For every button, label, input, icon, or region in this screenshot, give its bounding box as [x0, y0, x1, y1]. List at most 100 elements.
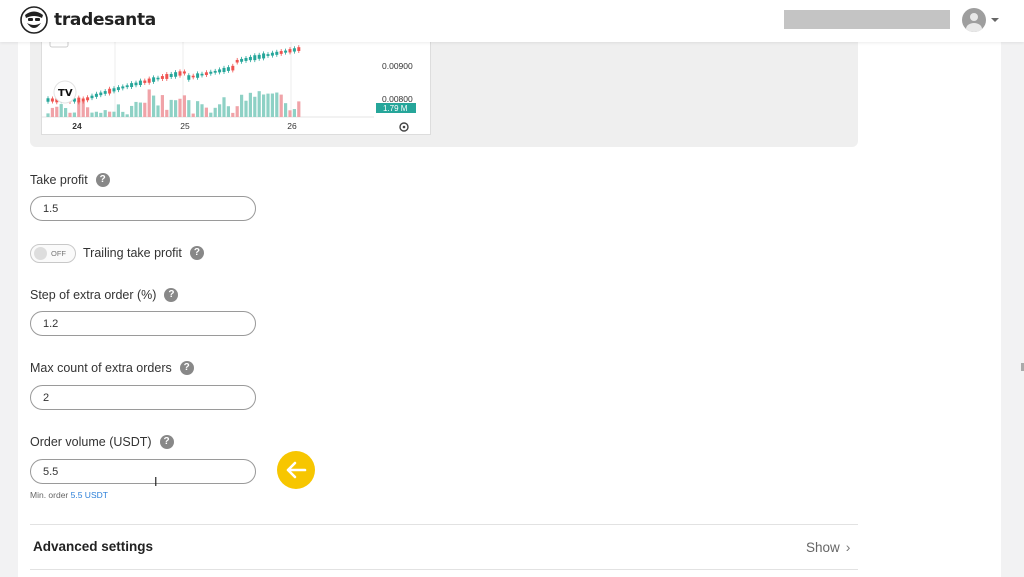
trailing-take-profit-toggle[interactable]: OFF	[30, 244, 76, 263]
x-tick-label: 26	[287, 121, 297, 131]
advanced-settings-show-button[interactable]: Show ›	[806, 539, 850, 555]
volume-bar	[275, 92, 279, 117]
order-volume-input[interactable]	[30, 459, 256, 484]
candle-body	[169, 73, 173, 77]
candle-body	[191, 75, 195, 78]
min-order-value: 5.5 USDT	[70, 490, 108, 500]
candle-body	[103, 91, 107, 94]
volume-bar	[46, 113, 50, 117]
account-menu[interactable]	[962, 8, 999, 32]
candle-body	[257, 54, 261, 59]
trailing-take-profit-label-text: Trailing take profit	[83, 246, 182, 260]
candle-body	[165, 74, 169, 79]
candle-body	[275, 51, 279, 55]
volume-bar	[178, 98, 182, 117]
redacted-search-bar[interactable]	[784, 10, 950, 29]
candle-body	[138, 80, 142, 86]
help-icon[interactable]: ?	[95, 173, 110, 187]
candle-body	[178, 71, 182, 76]
x-tick-label: 25	[180, 121, 190, 131]
volume-bar	[204, 107, 208, 117]
volume-bar	[288, 110, 292, 117]
step-extra-order-label-text: Step of extra order (%)	[30, 288, 157, 302]
candle-body	[248, 56, 252, 61]
volume-bar	[191, 113, 195, 117]
chart-control-button	[49, 42, 69, 48]
candle-body	[77, 97, 81, 103]
volume-bar	[266, 93, 270, 117]
volume-badge-text: 1.79 M	[383, 104, 408, 113]
take-profit-input[interactable]	[30, 196, 256, 221]
volume-bar	[103, 110, 107, 117]
trailing-take-profit-label: Trailing take profit ?	[83, 246, 204, 260]
volume-bar	[86, 107, 90, 117]
volume-bar	[270, 93, 274, 117]
candle-body	[108, 88, 112, 94]
candle-body	[284, 50, 288, 53]
volume-bar	[64, 108, 68, 117]
max-count-label-text: Max count of extra orders	[30, 361, 172, 375]
price-chart[interactable]: 0.00900 0.00800 1.79 M 24 25 26 TV	[41, 42, 431, 135]
candle-body	[270, 52, 274, 56]
arrow-left-icon	[286, 461, 307, 479]
volume-bar	[156, 105, 160, 117]
step-extra-order-label: Step of extra order (%) ?	[30, 288, 179, 302]
volume-bar	[182, 95, 186, 117]
volume-bar	[200, 104, 204, 117]
help-icon[interactable]: ?	[179, 361, 194, 375]
price-label: 0.00800	[382, 94, 413, 104]
settings-gear-center	[402, 125, 406, 129]
volume-bar	[253, 96, 257, 117]
candle-body	[297, 47, 301, 51]
candle-body	[279, 51, 283, 54]
candle-body	[147, 78, 151, 83]
max-count-input[interactable]	[30, 385, 256, 410]
santa-logo-icon	[20, 6, 48, 34]
candle-body	[46, 98, 50, 102]
chevron-right-icon: ›	[845, 539, 851, 555]
candlestick-chart: 0.00900 0.008001.79 M 24 25 26 TV	[42, 42, 416, 132]
arrow-left-button[interactable]	[277, 451, 315, 489]
help-icon[interactable]: ?	[159, 435, 174, 449]
volume-bar	[152, 95, 156, 117]
volume-bar	[160, 95, 164, 117]
volume-bar	[213, 107, 217, 117]
min-order-note: Min. order 5.5 USDT	[30, 490, 108, 500]
candle-body	[90, 95, 94, 99]
volume-bar	[187, 100, 191, 117]
volume-bar	[116, 104, 120, 117]
candle-body	[231, 65, 235, 71]
order-volume-label-text: Order volume (USDT)	[30, 435, 152, 449]
volume-bar	[248, 92, 252, 117]
volume-bar	[292, 109, 296, 117]
volume-bar	[174, 100, 178, 117]
volume-bar	[222, 97, 226, 117]
volume-bar	[257, 91, 261, 117]
volume-bar	[169, 99, 173, 117]
max-count-label: Max count of extra orders ?	[30, 361, 194, 375]
candle-body	[244, 57, 248, 61]
help-icon[interactable]: ?	[164, 288, 179, 302]
step-extra-order-input[interactable]	[30, 311, 256, 336]
help-icon[interactable]: ?	[189, 246, 204, 260]
volume-bar	[297, 101, 301, 117]
candle-body	[174, 72, 178, 77]
tradingview-logo-text: TV	[58, 88, 73, 99]
candle-body	[262, 53, 266, 59]
x-tick-label: 24	[72, 121, 82, 131]
divider	[30, 569, 858, 570]
take-profit-label-text: Take profit	[30, 173, 88, 187]
candle-body	[134, 82, 138, 86]
brand-logo[interactable]: tradesanta	[20, 6, 156, 34]
take-profit-label: Take profit ?	[30, 173, 110, 187]
volume-bar	[279, 94, 283, 117]
volume-bar	[284, 103, 288, 117]
volume-bar	[218, 104, 222, 117]
volume-bar	[59, 104, 63, 117]
volume-bar	[50, 107, 54, 117]
toggle-knob	[34, 247, 47, 260]
volume-bar	[99, 112, 103, 117]
candle-body	[226, 67, 230, 71]
volume-bar	[235, 106, 239, 117]
candle-body	[240, 58, 244, 62]
